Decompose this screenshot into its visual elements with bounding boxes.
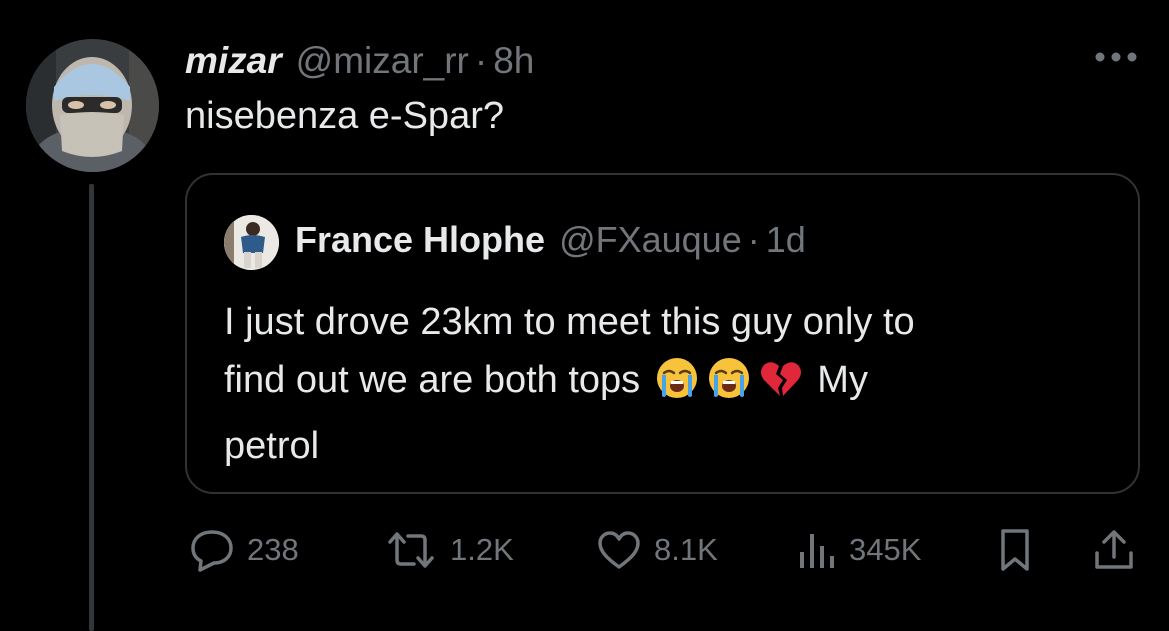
avatar[interactable] bbox=[26, 39, 159, 172]
display-name[interactable]: mizar bbox=[185, 40, 282, 82]
action-bar: 238 1.2K 8.1K 345K bbox=[0, 520, 1169, 580]
reply-button[interactable]: 238 bbox=[189, 520, 299, 580]
views-icon bbox=[797, 528, 837, 572]
reply-icon bbox=[189, 528, 235, 572]
quote-separator-dot: · bbox=[747, 219, 760, 260]
quote-handle[interactable]: @FXauque bbox=[559, 219, 742, 261]
views-count: 345K bbox=[849, 532, 922, 567]
quote-text-segment: find out we are both tops bbox=[224, 359, 641, 401]
repost-count: 1.2K bbox=[450, 532, 514, 567]
quote-text-segment: My bbox=[817, 359, 868, 401]
tweet-header: mizar @mizar_rr · 8h bbox=[185, 40, 534, 84]
views-button[interactable]: 345K bbox=[797, 520, 921, 580]
quote-text-line: petrol bbox=[224, 425, 320, 467]
quoted-tweet[interactable]: France Hlophe @FXauque · 1d I just drove… bbox=[185, 173, 1140, 494]
timestamp[interactable]: 8h bbox=[493, 40, 534, 82]
reply-count: 238 bbox=[247, 532, 299, 567]
bookmark-icon bbox=[998, 527, 1032, 573]
quote-header: France Hlophe @FXauque · 1d bbox=[295, 219, 806, 261]
separator-dot: · bbox=[474, 40, 488, 81]
repost-button[interactable]: 1.2K bbox=[384, 520, 514, 580]
handle[interactable]: @mizar_rr bbox=[296, 40, 469, 82]
quote-text: I just drove 23km to meet this guy only … bbox=[224, 293, 1084, 475]
more-dots-icon[interactable] bbox=[1088, 40, 1144, 74]
quote-text-line: I just drove 23km to meet this guy only … bbox=[224, 301, 915, 343]
tweet-text: nisebenza e-Spar? bbox=[185, 95, 504, 137]
loudly-crying-face-icon bbox=[707, 356, 751, 417]
share-icon bbox=[1092, 527, 1136, 573]
broken-heart-icon bbox=[759, 356, 803, 417]
like-icon bbox=[596, 529, 642, 571]
like-count: 8.1K bbox=[654, 532, 718, 567]
quote-avatar[interactable] bbox=[224, 215, 279, 270]
share-button[interactable] bbox=[1092, 520, 1136, 580]
like-button[interactable]: 8.1K bbox=[596, 520, 718, 580]
repost-icon bbox=[384, 530, 438, 570]
quote-display-name[interactable]: France Hlophe bbox=[295, 219, 545, 261]
quote-timestamp[interactable]: 1d bbox=[766, 219, 806, 261]
loudly-crying-face-icon bbox=[655, 356, 699, 417]
bookmark-button[interactable] bbox=[998, 520, 1032, 580]
tweet: mizar @mizar_rr · 8h nisebenza e-Spar? F… bbox=[0, 0, 1169, 631]
quote-text-line: find out we are both tops My bbox=[224, 351, 1084, 417]
